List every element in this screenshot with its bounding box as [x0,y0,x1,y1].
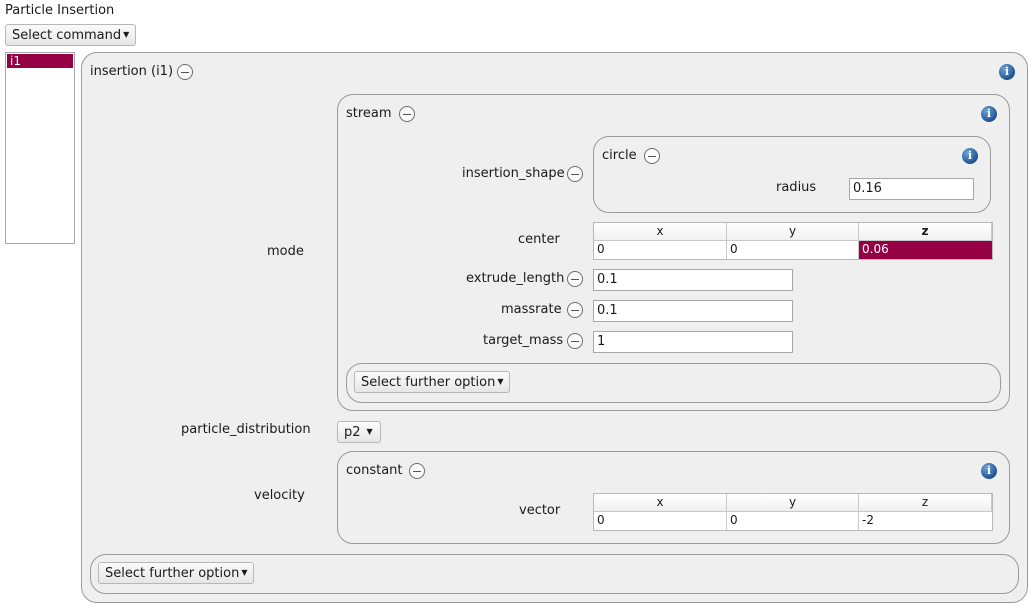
circle-title: circle [602,148,637,163]
list-item[interactable]: i1 [7,54,73,68]
info-icon[interactable]: i [999,64,1015,80]
insertion-further-option-label: Select further option [105,566,240,581]
info-icon[interactable]: i [962,148,978,164]
massrate-label: massrate [501,302,562,317]
column-header-y: y [727,494,859,512]
collapse-target-mass-icon[interactable] [567,333,583,349]
caret-down-icon: ▼ [123,30,130,39]
target-mass-label: target_mass [483,333,564,348]
insertion-title: insertion (i1) [90,64,174,79]
caret-down-icon: ▼ [366,427,373,436]
column-header-y: y [727,223,859,241]
collapse-insertion-icon[interactable] [177,64,193,80]
center-z-cell[interactable]: 0.06 [859,241,992,259]
collapse-insertion-shape-icon[interactable] [567,166,583,182]
extrude-length-label: extrude_length [466,271,565,286]
vector-table: x y z 0 0 -2 [593,493,993,531]
vector-y-cell[interactable]: 0 [727,512,859,530]
extrude-length-input[interactable]: 0.1 [593,269,793,291]
vector-label: vector [519,503,561,518]
collapse-constant-icon[interactable] [409,463,425,479]
particle-distribution-select[interactable]: p2 ▼ [337,421,381,443]
panel-title: Particle Insertion [5,3,115,18]
constant-title: constant [346,463,403,478]
caret-down-icon: ▼ [497,377,504,386]
insertion-select-further-option-button[interactable]: Select further option ▼ [98,562,255,584]
mode-label: mode [267,244,304,259]
center-label: center [518,232,560,247]
collapse-massrate-icon[interactable] [567,302,583,318]
massrate-input[interactable]: 0.1 [593,300,793,322]
column-header-z: z [859,223,992,241]
select-command-button[interactable]: Select command ▼ [5,24,137,46]
command-list[interactable]: i1 [5,52,75,244]
select-command-label: Select command [12,28,122,43]
particle-distribution-label: particle_distribution [181,422,311,437]
velocity-label: velocity [254,488,305,503]
caret-down-icon: ▼ [241,568,248,577]
column-header-z: z [859,494,992,512]
info-icon[interactable]: i [981,106,997,122]
radius-label: radius [776,180,817,195]
info-icon[interactable]: i [981,463,997,479]
collapse-stream-icon[interactable] [399,106,415,122]
center-x-cell[interactable]: 0 [594,241,727,259]
column-header-x: x [594,223,727,241]
center-y-cell[interactable]: 0 [727,241,859,259]
particle-distribution-value: p2 [344,425,361,440]
stream-further-option-label: Select further option [361,375,496,390]
center-table: x y z 0 0 0.06 [593,222,993,260]
radius-input[interactable]: 0.16 [849,178,974,200]
stream-title: stream [346,106,392,121]
vector-x-cell[interactable]: 0 [594,512,727,530]
stream-select-further-option-button[interactable]: Select further option ▼ [354,371,511,393]
collapse-extrude-length-icon[interactable] [567,271,583,287]
target-mass-input[interactable]: 1 [593,331,793,353]
insertion-shape-label: insertion_shape [462,166,565,181]
vector-z-cell[interactable]: -2 [859,512,992,530]
column-header-x: x [594,494,727,512]
collapse-circle-icon[interactable] [644,148,660,164]
